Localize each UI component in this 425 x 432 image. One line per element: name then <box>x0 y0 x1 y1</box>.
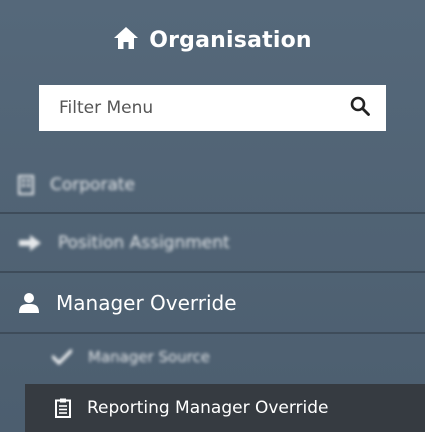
clipboard-icon <box>55 398 71 418</box>
menu-label-position-assignment: Position Assignment <box>58 233 230 253</box>
menu-item-reporting-manager-override[interactable]: Reporting Manager Override <box>25 384 425 432</box>
menu-label-reporting-manager-override: Reporting Manager Override <box>87 398 329 418</box>
menu-item-corporate[interactable]: Corporate <box>0 158 425 212</box>
menu-label-corporate: Corporate <box>50 175 135 195</box>
sidebar-panel: Organisation Corporate Position Assi <box>0 0 425 432</box>
sidebar-title: Organisation <box>149 27 312 53</box>
menu-divider <box>0 212 425 214</box>
search-icon[interactable] <box>350 96 370 120</box>
user-icon <box>18 292 40 314</box>
arrow-right-icon <box>18 234 42 252</box>
menu-item-position-assignment[interactable]: Position Assignment <box>0 215 425 271</box>
building-icon <box>18 175 34 195</box>
filter-menu-input[interactable] <box>57 97 350 119</box>
check-icon <box>52 349 72 365</box>
sidebar-header[interactable]: Organisation <box>0 0 425 80</box>
menu-item-manager-override[interactable]: Manager Override <box>0 274 425 332</box>
menu-label-manager-override: Manager Override <box>56 291 237 315</box>
menu-divider <box>0 271 425 273</box>
menu-item-manager-source[interactable]: Manager Source <box>0 334 425 380</box>
home-icon <box>113 26 139 54</box>
filter-menu-box[interactable] <box>39 85 386 131</box>
menu-label-manager-source: Manager Source <box>88 348 211 366</box>
